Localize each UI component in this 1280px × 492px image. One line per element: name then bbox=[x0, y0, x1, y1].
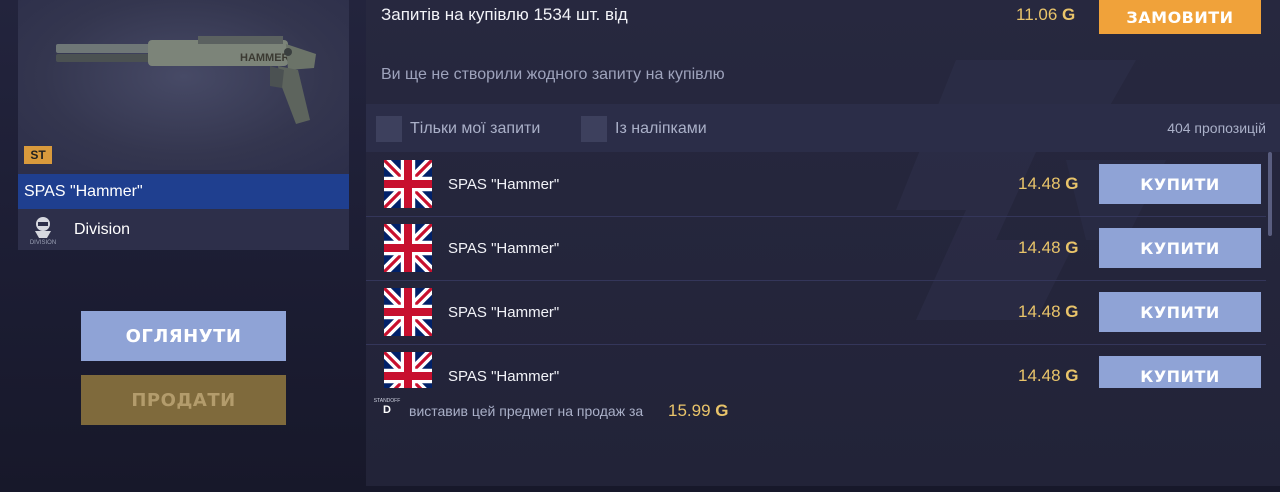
uk-flag-icon bbox=[384, 352, 432, 388]
sell-button[interactable]: ПРОДАТИ bbox=[81, 375, 286, 425]
item-card: HAMMER ST SPAS "Hammer" DIVISION Divisio… bbox=[18, 0, 349, 250]
with-stickers-label: Із наліпками bbox=[615, 120, 707, 137]
listing-price: 14.48 G bbox=[1018, 238, 1079, 257]
shotgun-image: HAMMER bbox=[56, 36, 316, 124]
item-name: SPAS "Hammer" bbox=[18, 174, 349, 209]
seller-text: виставив цей предмет на продаж за bbox=[409, 403, 644, 419]
weapon-preview: HAMMER ST bbox=[18, 0, 349, 170]
uk-flag-icon bbox=[384, 288, 432, 336]
filter-bar: Тільки мої запити Із наліпками 404 пропо… bbox=[366, 104, 1280, 152]
listings-scrollbar[interactable] bbox=[1268, 152, 1272, 236]
my-requests-checkbox[interactable] bbox=[376, 116, 402, 142]
rarity-badge: ST bbox=[24, 146, 52, 164]
buy-button[interactable]: КУПИТИ bbox=[1099, 292, 1261, 332]
svg-text:HAMMER: HAMMER bbox=[240, 52, 290, 64]
with-stickers-checkbox[interactable] bbox=[581, 116, 607, 142]
collection-row: DIVISION Division bbox=[18, 210, 349, 250]
market-panel: Запитів на купівлю 1534 шт. від 11.06 G … bbox=[366, 0, 1280, 486]
listing-price: 14.48 G bbox=[1018, 302, 1079, 321]
offers-count: 404 пропозицій bbox=[1167, 120, 1266, 136]
gold-currency-icon: G bbox=[1065, 366, 1079, 385]
uk-flag-icon bbox=[384, 160, 432, 208]
listing-item-name: SPAS "Hammer" bbox=[448, 240, 560, 257]
empty-requests-message: Ви ще не створили жодного запиту на купі… bbox=[381, 66, 725, 83]
gold-currency-icon: G bbox=[1065, 174, 1079, 193]
division-logo-icon: DIVISION bbox=[28, 213, 58, 247]
listing-row: SPAS "Hammer" 14.48 G КУПИТИ bbox=[366, 344, 1266, 388]
buy-button[interactable]: КУПИТИ bbox=[1099, 356, 1261, 388]
listing-item-name: SPAS "Hammer" bbox=[448, 176, 560, 193]
gold-currency-icon: G bbox=[1065, 238, 1079, 257]
listing-row: SPAS "Hammer" 14.48 G КУПИТИ bbox=[366, 152, 1266, 217]
buy-orders-summary: Запитів на купівлю 1534 шт. від bbox=[381, 5, 628, 24]
my-requests-label: Тільки мої запити bbox=[410, 120, 541, 137]
listing-price: 14.48 G bbox=[1018, 174, 1079, 193]
inspect-button[interactable]: ОГЛЯНУТИ bbox=[81, 311, 286, 361]
seller-price: 15.99 G bbox=[668, 401, 729, 420]
seller-logo-letter: D bbox=[383, 404, 391, 416]
division-logo-label: DIVISION bbox=[29, 239, 57, 246]
buy-button[interactable]: КУПИТИ bbox=[1099, 164, 1261, 204]
seller-logo-icon: STANDOFF D bbox=[374, 398, 401, 422]
buy-orders-price: 11.06 G bbox=[1016, 5, 1076, 24]
collection-name: Division bbox=[74, 221, 131, 238]
seller-row: STANDOFF D виставив цей предмет на прода… bbox=[366, 388, 1280, 434]
listing-item-name: SPAS "Hammer" bbox=[448, 368, 560, 385]
listing-item-name: SPAS "Hammer" bbox=[448, 304, 560, 321]
gold-currency-icon: G bbox=[715, 401, 729, 420]
gold-currency-icon: G bbox=[1062, 5, 1076, 24]
listing-row: SPAS "Hammer" 14.48 G КУПИТИ bbox=[366, 216, 1266, 281]
listing-row: SPAS "Hammer" 14.48 G КУПИТИ bbox=[366, 280, 1266, 345]
buy-button[interactable]: КУПИТИ bbox=[1099, 228, 1261, 268]
uk-flag-icon bbox=[384, 224, 432, 272]
listings-list: SPAS "Hammer" 14.48 G КУПИТИ SPAS "Hamme… bbox=[366, 152, 1280, 388]
buy-orders-row: Запитів на купівлю 1534 шт. від 11.06 G … bbox=[366, 0, 1280, 38]
listing-price: 14.48 G bbox=[1018, 366, 1079, 385]
gold-currency-icon: G bbox=[1065, 302, 1079, 321]
order-button[interactable]: ЗАМОВИТИ bbox=[1099, 0, 1261, 34]
